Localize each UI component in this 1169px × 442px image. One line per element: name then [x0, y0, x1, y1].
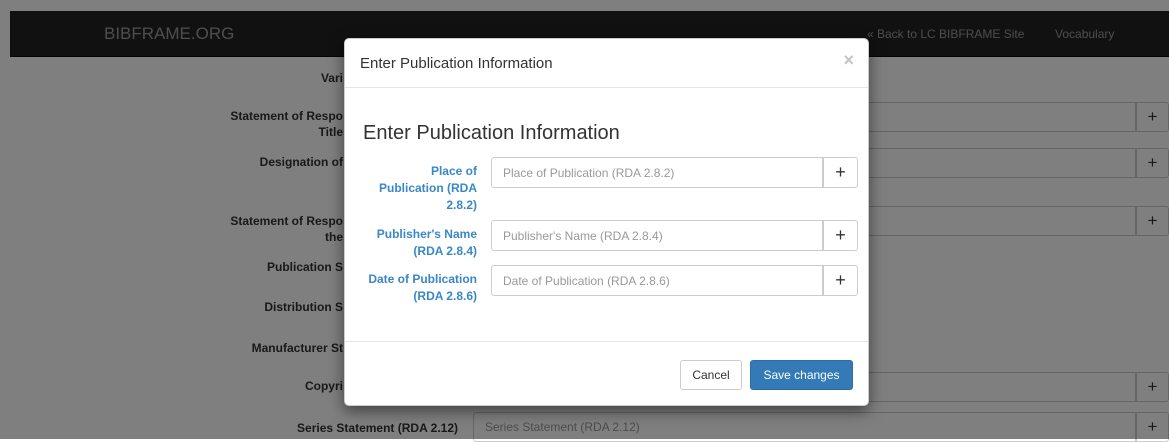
publishers-name-input[interactable]: [491, 220, 823, 251]
save-changes-button[interactable]: Save changes: [750, 360, 853, 390]
label-line: (RDA 2.8.6): [413, 289, 477, 303]
label-line: Publisher's Name: [376, 227, 477, 241]
label-line: Place of: [430, 164, 477, 178]
publishers-name-label: Publisher's Name (RDA 2.8.4): [365, 226, 477, 260]
cancel-button[interactable]: Cancel: [680, 360, 742, 390]
add-publishers-name-button[interactable]: +: [823, 220, 858, 251]
add-date-of-publication-button[interactable]: +: [823, 265, 858, 296]
place-of-publication-input[interactable]: [491, 157, 823, 188]
modal-footer: Cancel Save changes: [345, 341, 868, 405]
label-line: 2.8.2): [446, 198, 477, 212]
date-of-publication-input[interactable]: [491, 265, 823, 296]
label-line: Publication (RDA: [379, 181, 477, 195]
modal-body: Enter Publication Information Place of P…: [345, 89, 868, 341]
add-place-of-publication-button[interactable]: +: [823, 157, 858, 188]
publication-info-modal: Enter Publication Information × Enter Pu…: [344, 38, 869, 406]
modal-header: Enter Publication Information ×: [345, 39, 868, 88]
modal-title: Enter Publication Information: [360, 55, 553, 72]
place-of-publication-label: Place of Publication (RDA 2.8.2): [365, 163, 477, 214]
date-of-publication-label: Date of Publication (RDA 2.8.6): [365, 271, 477, 305]
label-line: (RDA 2.8.4): [413, 244, 477, 258]
label-line: Date of Publication: [368, 272, 477, 286]
section-heading: Enter Publication Information: [363, 122, 620, 144]
close-icon[interactable]: ×: [843, 50, 854, 71]
